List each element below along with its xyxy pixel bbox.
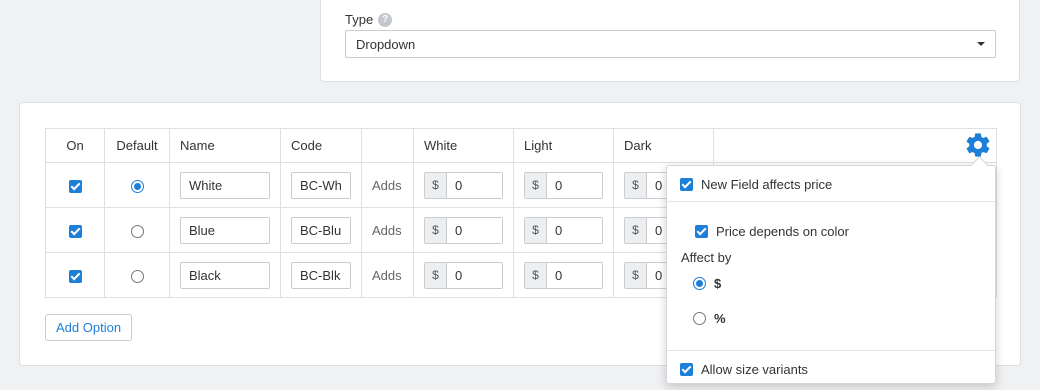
row-on-checkbox[interactable] [68, 224, 82, 238]
row-adds-label: Adds [361, 252, 414, 298]
type-select[interactable]: Dropdown [345, 30, 996, 58]
header-adds [361, 128, 414, 163]
header-default: Default [104, 128, 170, 163]
affects-price-checkbox[interactable] [680, 178, 693, 191]
row-on-checkbox[interactable] [68, 269, 82, 283]
affect-by-percent-label: % [714, 311, 726, 326]
divider [667, 350, 995, 351]
row-code-input[interactable]: BC-Blk [291, 261, 351, 289]
row-white-price-input[interactable]: $0 [424, 171, 503, 199]
price-value: 0 [547, 172, 602, 198]
currency-unit: $ [525, 217, 547, 243]
header-white: White [413, 128, 514, 163]
row-name-input[interactable]: Black [180, 261, 270, 289]
type-label: Type [345, 12, 374, 27]
row-light-price-input[interactable]: $0 [524, 171, 603, 199]
affect-by-option-percent[interactable]: % [693, 311, 726, 326]
header-on: On [45, 128, 105, 163]
row-default-radio[interactable] [130, 269, 144, 283]
header-settings [713, 128, 997, 163]
affect-by-dollar-label: $ [714, 276, 722, 291]
depends-on-color-label: Price depends on color [716, 224, 849, 239]
header-code: Code [280, 128, 362, 163]
row-white-price-input[interactable]: $0 [424, 216, 503, 244]
affects-price-row[interactable]: New Field affects price [680, 177, 832, 192]
affect-by-option-dollar[interactable]: $ [693, 276, 721, 291]
row-name-input[interactable]: White [180, 171, 270, 199]
price-value: 0 [547, 262, 602, 288]
size-variants-row[interactable]: Allow size variants [680, 362, 808, 377]
row-light-price-input[interactable]: $0 [524, 216, 603, 244]
price-value: 0 [547, 217, 602, 243]
currency-unit: $ [425, 172, 447, 198]
row-adds-label: Adds [361, 207, 414, 253]
depends-on-color-checkbox[interactable] [695, 225, 708, 238]
currency-unit: $ [525, 262, 547, 288]
price-value: 0 [447, 217, 502, 243]
affects-price-label: New Field affects price [701, 177, 833, 192]
type-label-row: Type ? [345, 12, 393, 27]
affect-by-heading: Affect by [681, 250, 731, 265]
row-code-input[interactable]: BC-Blu [291, 216, 351, 244]
currency-unit: $ [425, 262, 447, 288]
currency-unit: $ [625, 172, 647, 198]
table-header-row: On Default Name Code White Light Dark [45, 128, 997, 163]
depends-on-color-row[interactable]: Price depends on color [695, 224, 849, 239]
affect-by-percent-radio[interactable] [693, 312, 706, 325]
header-dark: Dark [613, 128, 714, 163]
caret-down-icon [977, 42, 985, 46]
divider [667, 201, 995, 202]
row-white-price-input[interactable]: $0 [424, 261, 503, 289]
currency-unit: $ [625, 262, 647, 288]
row-default-radio[interactable] [130, 224, 144, 238]
currency-unit: $ [525, 172, 547, 198]
row-on-checkbox[interactable] [68, 179, 82, 193]
header-light: Light [513, 128, 614, 163]
type-select-value: Dropdown [356, 36, 416, 52]
size-variants-label: Allow size variants [701, 362, 808, 377]
price-value: 0 [447, 262, 502, 288]
row-default-radio[interactable] [130, 179, 144, 193]
row-adds-label: Adds [361, 162, 414, 208]
row-code-input[interactable]: BC-Wh [291, 171, 351, 199]
help-icon[interactable]: ? [378, 12, 393, 27]
header-name: Name [169, 128, 281, 163]
currency-unit: $ [625, 217, 647, 243]
size-variants-checkbox[interactable] [680, 363, 693, 376]
affect-by-dollar-radio[interactable] [693, 277, 706, 290]
affect-by-label: Affect by [681, 250, 732, 265]
type-card: Type ? Dropdown [320, 0, 1020, 82]
gear-icon[interactable] [964, 131, 992, 159]
row-light-price-input[interactable]: $0 [524, 261, 603, 289]
add-option-button[interactable]: Add Option [45, 314, 133, 341]
price-value: 0 [447, 172, 502, 198]
row-name-input[interactable]: Blue [180, 216, 270, 244]
settings-popover: New Field affects price Price depends on… [666, 165, 996, 384]
currency-unit: $ [425, 217, 447, 243]
